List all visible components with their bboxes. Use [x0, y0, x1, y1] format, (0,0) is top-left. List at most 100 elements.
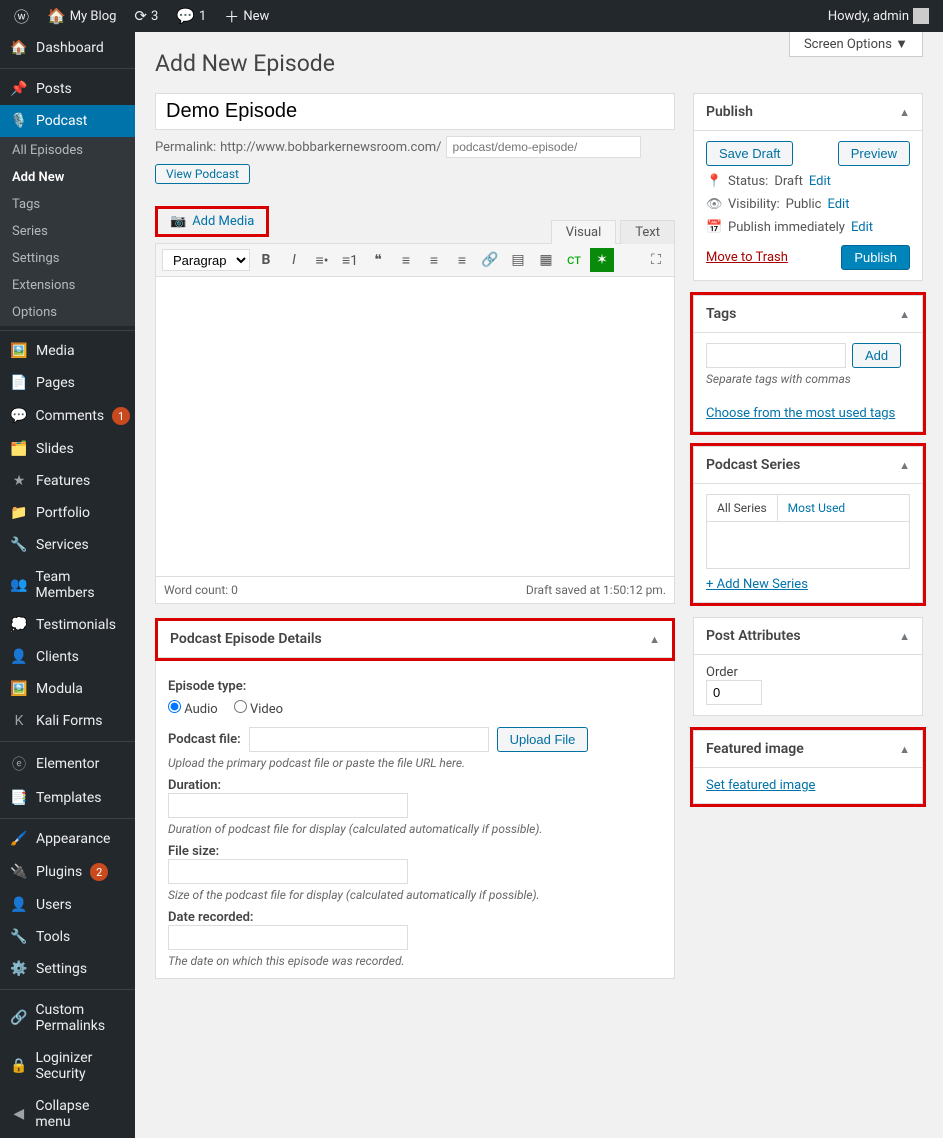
menu-icon: 📁 [10, 505, 28, 521]
submenu-tags[interactable]: Tags [0, 191, 135, 218]
table-button[interactable]: ▦ [534, 248, 558, 272]
chevron-up-icon: ▲ [899, 743, 910, 756]
upload-file-button[interactable]: Upload File [497, 727, 589, 752]
updates-link[interactable]: ⟳3 [128, 7, 164, 25]
link-button[interactable]: 🔗 [478, 248, 502, 272]
tab-text[interactable]: Text [620, 220, 675, 244]
edit-status-link[interactable]: Edit [809, 174, 831, 189]
menu-features[interactable]: ★Features [0, 465, 135, 497]
episode-details-toggle[interactable]: Podcast Episode Details▲ [158, 621, 672, 658]
align-center-button[interactable]: ≡ [422, 248, 446, 272]
menu-kali-forms[interactable]: KKali Forms [0, 705, 135, 737]
audio-radio[interactable]: Audio [168, 700, 218, 717]
submenu-extensions[interactable]: Extensions [0, 272, 135, 299]
duration-input[interactable] [168, 793, 408, 818]
menu-modula[interactable]: 🖼️Modula [0, 673, 135, 705]
menu-label: Users [36, 897, 72, 913]
filesize-label: File size: [168, 844, 662, 859]
choose-tags-link[interactable]: Choose from the most used tags [706, 406, 895, 421]
italic-button[interactable]: I [282, 248, 306, 272]
menu-slides[interactable]: 🗂️Slides [0, 433, 135, 465]
align-right-button[interactable]: ≡ [450, 248, 474, 272]
publish-button[interactable]: Publish [841, 245, 910, 270]
order-input[interactable] [706, 680, 762, 705]
add-tag-button[interactable]: Add [852, 343, 901, 368]
menu-clients[interactable]: 👤Clients [0, 641, 135, 673]
submenu-settings[interactable]: Settings [0, 245, 135, 272]
tags-input[interactable] [706, 343, 846, 368]
wp-logo[interactable]: ⓦ [8, 6, 35, 27]
menu-pages[interactable]: 📄Pages [0, 367, 135, 399]
expand-button[interactable]: ✶ [590, 248, 614, 272]
menu-posts[interactable]: 📌Posts [0, 73, 135, 105]
menu-testimonials[interactable]: 💭Testimonials [0, 609, 135, 641]
video-radio[interactable]: Video [234, 700, 283, 717]
menu-team-members[interactable]: 👥Team Members [0, 561, 135, 609]
edit-visibility-link[interactable]: Edit [827, 197, 849, 212]
publish-box-toggle[interactable]: Publish▲ [694, 94, 922, 131]
menu-appearance[interactable]: 🖌️Appearance [0, 823, 135, 855]
word-count: Word count: 0 [164, 583, 238, 597]
menu-icon: 🖼️ [10, 681, 28, 697]
submenu-all-episodes[interactable]: All Episodes [0, 137, 135, 164]
permalink-slug-input[interactable] [446, 136, 641, 158]
tab-all-series[interactable]: All Series [707, 495, 778, 521]
menu-comments[interactable]: 💬Comments1 [0, 399, 135, 433]
add-new-series-link[interactable]: + Add New Series [706, 577, 808, 592]
menu-podcast[interactable]: 🎙️Podcast [0, 105, 135, 137]
admin-sidebar: 🏠Dashboard 📌Posts🎙️PodcastAll EpisodesAdd… [0, 32, 135, 1138]
new-link[interactable]: ＋New [218, 6, 275, 27]
menu-plugins[interactable]: 🔌Plugins2 [0, 855, 135, 889]
screen-options-toggle[interactable]: Screen Options ▼ [789, 32, 923, 57]
add-media-button[interactable]: 📷 Add Media [160, 211, 264, 232]
episode-title-input[interactable] [155, 93, 675, 130]
menu-media[interactable]: 🖼️Media [0, 335, 135, 367]
post-attributes-toggle[interactable]: Post Attributes▲ [694, 618, 922, 655]
menu-custom-permalinks[interactable]: 🔗Custom Permalinks [0, 994, 135, 1042]
menu-dashboard[interactable]: 🏠Dashboard [0, 32, 135, 64]
submenu-add-new[interactable]: Add New [0, 164, 135, 191]
main-content: Screen Options ▼ Add New Episode Permali… [135, 32, 943, 1138]
menu-services[interactable]: 🔧Services [0, 529, 135, 561]
menu-loginizer-security[interactable]: 🔒Loginizer Security [0, 1042, 135, 1090]
menu-settings[interactable]: ⚙️Settings [0, 953, 135, 985]
tab-visual[interactable]: Visual [551, 220, 617, 244]
submenu-options[interactable]: Options [0, 299, 135, 326]
site-link[interactable]: 🏠My Blog [41, 7, 122, 25]
bold-button[interactable]: B [254, 248, 278, 272]
menu-templates[interactable]: 📑Templates [0, 782, 135, 814]
ct-button[interactable]: cт [562, 248, 586, 272]
editor-textarea[interactable] [155, 277, 675, 577]
tab-most-used-series[interactable]: Most Used [778, 495, 856, 521]
podcast-file-input[interactable] [249, 727, 489, 752]
fullscreen-icon[interactable]: ⛶ [644, 248, 668, 272]
view-podcast-button[interactable]: View Podcast [155, 164, 250, 184]
menu-users[interactable]: 👤Users [0, 889, 135, 921]
howdy-link[interactable]: Howdy, admin [822, 8, 935, 24]
quote-button[interactable]: ❝ [366, 248, 390, 272]
submenu-series[interactable]: Series [0, 218, 135, 245]
align-left-button[interactable]: ≡ [394, 248, 418, 272]
tags-box-toggle[interactable]: Tags▲ [694, 296, 922, 333]
comments-link[interactable]: 💬1 [170, 7, 212, 25]
bullet-list-button[interactable]: ≡• [310, 248, 334, 272]
menu-tools[interactable]: 🔧Tools [0, 921, 135, 953]
edit-schedule-link[interactable]: Edit [851, 220, 873, 235]
save-draft-button[interactable]: Save Draft [706, 141, 793, 166]
more-button[interactable]: ▤ [506, 248, 530, 272]
preview-button[interactable]: Preview [838, 141, 910, 166]
menu-elementor[interactable]: ⓔElementor [0, 746, 135, 782]
number-list-button[interactable]: ≡1 [338, 248, 362, 272]
menu-icon: 📑 [10, 790, 28, 806]
filesize-input[interactable] [168, 859, 408, 884]
menu-icon: 📌 [10, 81, 28, 97]
move-to-trash-link[interactable]: Move to Trash [706, 250, 788, 265]
date-recorded-input[interactable] [168, 925, 408, 950]
tags-help: Separate tags with commas [706, 372, 910, 386]
menu-collapse-menu[interactable]: ◀Collapse menu [0, 1090, 135, 1138]
menu-portfolio[interactable]: 📁Portfolio [0, 497, 135, 529]
featured-image-toggle[interactable]: Featured image▲ [694, 731, 922, 768]
format-select[interactable]: Paragraph [162, 249, 250, 271]
set-featured-image-link[interactable]: Set featured image [706, 778, 815, 793]
series-box-toggle[interactable]: Podcast Series▲ [694, 447, 922, 484]
